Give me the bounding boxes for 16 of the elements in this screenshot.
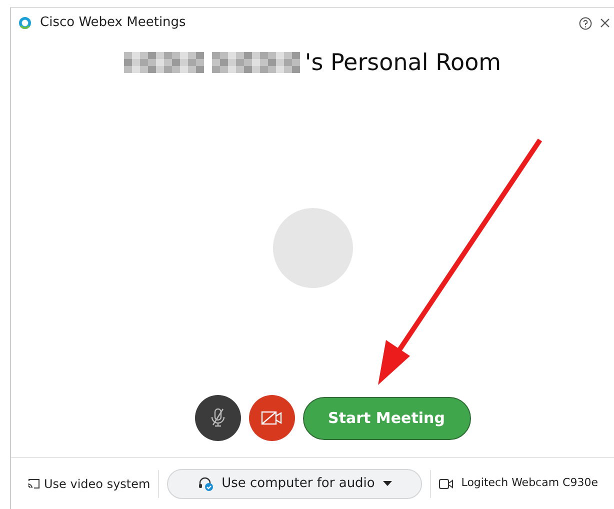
window-title: Cisco Webex Meetings: [40, 14, 186, 32]
webex-logo-icon: [18, 16, 32, 30]
video-system-button[interactable]: Use video system: [27, 474, 150, 492]
camera-button[interactable]: Logitech Webcam C930e: [439, 475, 598, 492]
video-button[interactable]: [248, 395, 294, 441]
cast-icon: [27, 478, 40, 489]
caret-icon: [382, 481, 392, 486]
help-icon[interactable]: [579, 16, 592, 30]
camera-icon: [439, 478, 454, 488]
microphone-icon: [210, 408, 226, 428]
room-heading: 's Personal Room: [304, 49, 502, 78]
audio-dropdown[interactable]: Use computer for audio: [167, 468, 422, 498]
close-icon[interactable]: [600, 18, 610, 28]
headset-icon: [198, 476, 214, 492]
video-camera-icon: [260, 411, 282, 425]
mute-button[interactable]: [194, 395, 240, 441]
